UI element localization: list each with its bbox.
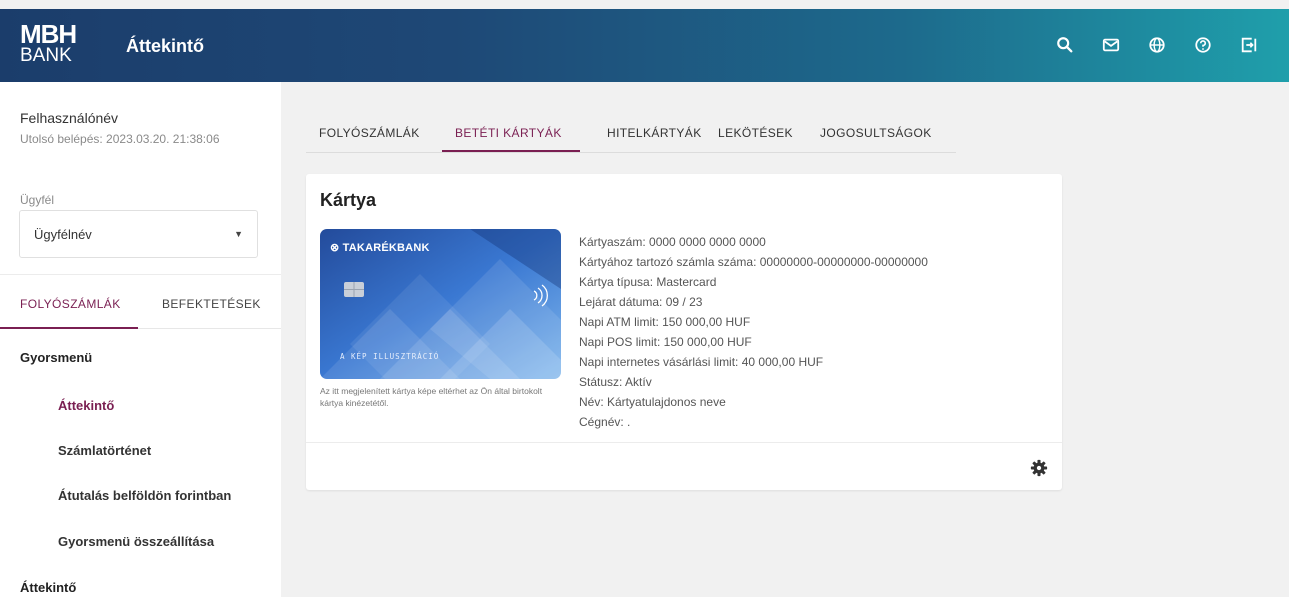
tab-permissions[interactable]: JOGOSULTSÁGOK	[820, 126, 932, 140]
gear-icon[interactable]	[1030, 459, 1048, 477]
card-image-disclaimer: Az itt megjelenített kártya képe eltérhe…	[320, 386, 543, 408]
menu-item-overview[interactable]: Áttekintő	[58, 398, 114, 413]
main-tabs: FOLYÓSZÁMLÁK BETÉTI KÁRTYÁK HITELKÁRTYÁK…	[306, 118, 956, 153]
expiry-date: Lejárat dátuma: 09 / 23	[579, 295, 703, 309]
mbh-bank-logo[interactable]: MBH BANK	[20, 19, 77, 66]
card-number: Kártyaszám: 0000 0000 0000 0000	[579, 235, 766, 249]
quick-menu-heading[interactable]: Gyorsmenü	[20, 350, 92, 365]
client-label: Ügyfél	[20, 193, 55, 207]
sidebar-tab-investments[interactable]: BEFEKTETÉSEK	[162, 297, 261, 311]
card-image: A KÉP ILLUSZTRÁCIÓ ⊗ TAKARÉKBANK	[320, 229, 561, 379]
atm-limit: Napi ATM limit: 150 000,00 HUF	[579, 315, 751, 329]
card-details: Kártyaszám: 0000 0000 0000 0000 Kártyáho…	[579, 232, 928, 432]
pos-limit: Napi POS limit: 150 000,00 HUF	[579, 335, 752, 349]
cardholder-name: Név: Kártyatulajdonos neve	[579, 395, 726, 409]
last-login: Utolsó belépés: 2023.03.20. 21:38:06	[20, 132, 220, 146]
client-select[interactable]: Ügyfélnév ▼	[19, 210, 258, 258]
card-panel: Kártya A KÉP ILLUSZTRÁCIÓ ⊗ TAKARÉKBANK …	[306, 174, 1062, 490]
username: Felhasználónév	[20, 110, 119, 126]
caret-down-icon: ▼	[234, 229, 243, 239]
help-icon[interactable]	[1191, 33, 1215, 57]
page-title: Áttekintő	[126, 36, 204, 56]
card-illustration-label: A KÉP ILLUSZTRÁCIÓ	[340, 352, 439, 361]
active-tab-indicator	[0, 327, 138, 329]
card-status: Státusz: Aktív	[579, 375, 652, 389]
tab-current-accounts[interactable]: FOLYÓSZÁMLÁK	[319, 126, 420, 140]
overview-heading[interactable]: Áttekintő	[20, 580, 76, 595]
client-select-value: Ügyfélnév	[34, 226, 92, 242]
internet-limit: Napi internetes vásárlási limit: 40 000,…	[579, 355, 824, 369]
search-icon[interactable]	[1053, 33, 1077, 57]
logo-line1: MBH	[20, 19, 77, 49]
sidebar-tabs: FOLYÓSZÁMLÁK BEFEKTETÉSEK	[0, 274, 281, 329]
header-icon-bar	[1053, 33, 1261, 57]
tab-deposits[interactable]: LEKÖTÉSEK	[718, 126, 793, 140]
sidebar-tab-current-accounts[interactable]: FOLYÓSZÁMLÁK	[20, 297, 121, 311]
mail-icon[interactable]	[1099, 33, 1123, 57]
logo-line2: BANK	[20, 45, 72, 66]
linked-account-number: Kártyához tartozó számla száma: 00000000…	[579, 255, 928, 269]
panel-divider	[306, 442, 1062, 443]
tab-debit-cards[interactable]: BETÉTI KÁRTYÁK	[455, 126, 562, 140]
takarekbank-logo: ⊗ TAKARÉKBANK	[330, 242, 430, 254]
company-name: Cégnév: .	[579, 415, 631, 429]
menu-item-account-history[interactable]: Számlatörténet	[58, 443, 151, 458]
sidebar: Felhasználónév Utolsó belépés: 2023.03.2…	[0, 82, 281, 597]
logout-icon[interactable]	[1237, 33, 1261, 57]
menu-item-domestic-transfer[interactable]: Átutalás belföldön forintban	[58, 488, 231, 503]
tab-credit-cards[interactable]: HITELKÁRTYÁK	[607, 126, 702, 140]
globe-icon[interactable]	[1145, 33, 1169, 57]
menu-item-quick-menu-setup[interactable]: Gyorsmenü összeállítása	[58, 534, 214, 549]
card-type: Kártya típusa: Mastercard	[579, 275, 717, 289]
active-tab-indicator	[442, 150, 580, 152]
top-header: MBH BANK Áttekintő	[0, 9, 1289, 82]
card-panel-title: Kártya	[320, 190, 377, 210]
